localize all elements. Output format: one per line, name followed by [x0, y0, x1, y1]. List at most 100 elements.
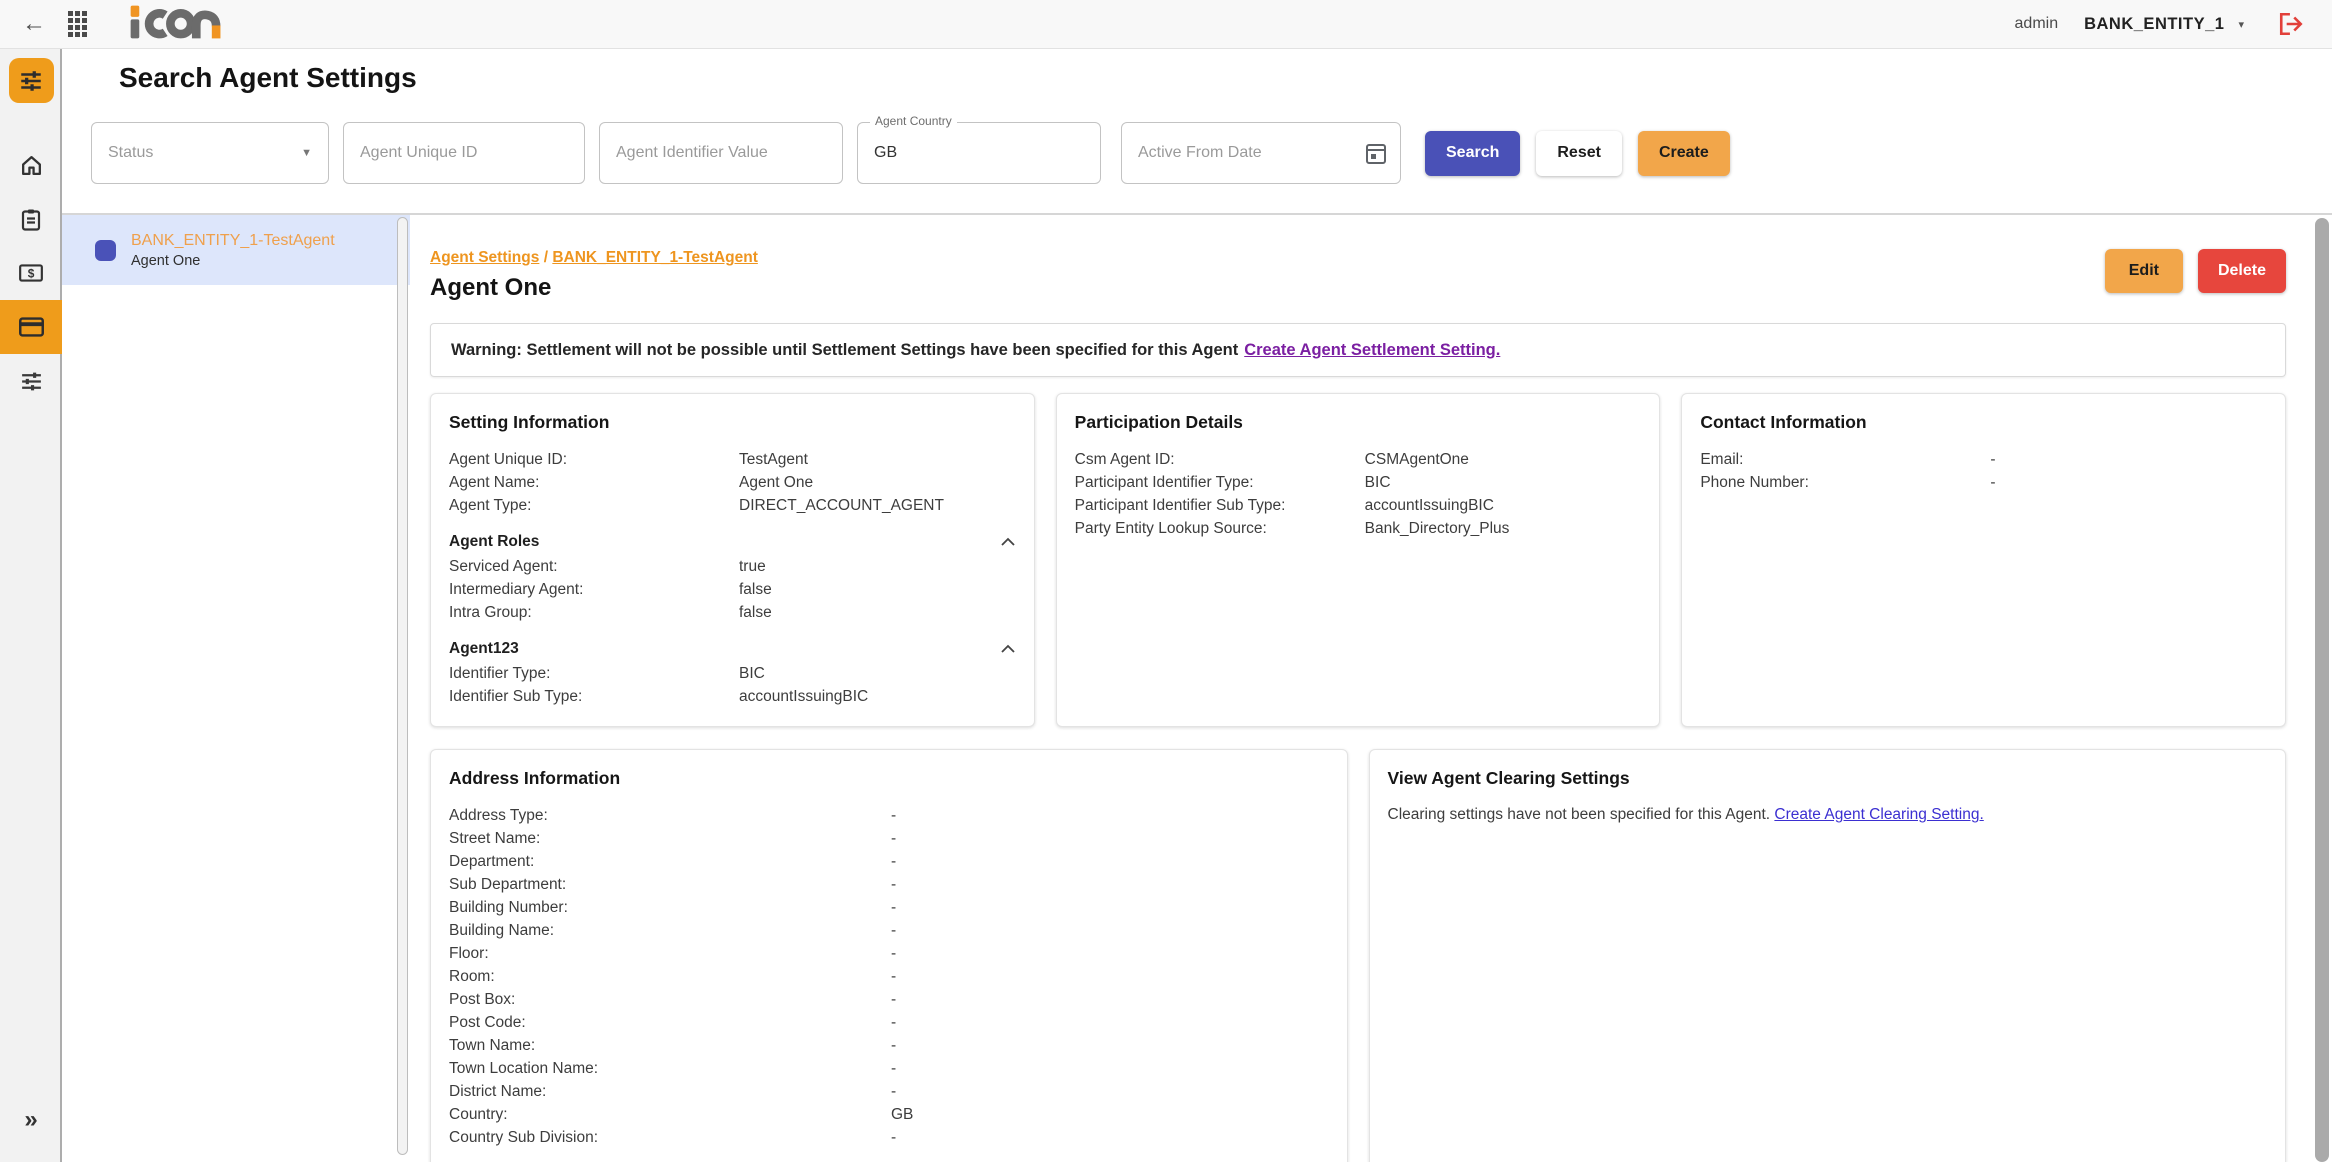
- list-scrollbar[interactable]: [397, 217, 408, 1155]
- breadcrumb-link-agent-settings[interactable]: Agent Settings: [430, 249, 539, 266]
- field-row: Building Name: -: [449, 919, 1329, 942]
- reset-button[interactable]: Reset: [1536, 131, 1622, 176]
- chevron-down-icon: ▼: [301, 147, 312, 159]
- sidebar-item-home[interactable]: [0, 138, 62, 192]
- field-row: Intermediary Agent: false: [449, 578, 1016, 601]
- collapse-section-icon[interactable]: [1000, 537, 1016, 547]
- sidebar: $ »: [0, 49, 62, 1162]
- field-label: Identifier Sub Type:: [449, 685, 739, 708]
- search-button[interactable]: Search: [1425, 131, 1520, 176]
- field-row: Party Entity Lookup Source: Bank_Directo…: [1075, 517, 1642, 540]
- sidebar-expand-icon[interactable]: »: [0, 1106, 62, 1134]
- card-title: Address Information: [449, 768, 1329, 789]
- filter-row: Status ▼ Agent Country Search Reset Cr: [91, 122, 1730, 184]
- field-row: Agent Type: DIRECT_ACCOUNT_AGENT: [449, 494, 1016, 517]
- field-row: Agent Unique ID: TestAgent: [449, 448, 1016, 471]
- field-row: Post Box: -: [449, 988, 1329, 1011]
- entity-name[interactable]: BANK_ENTITY_1: [2084, 15, 2224, 34]
- field-label: Participant Identifier Type:: [1075, 471, 1365, 494]
- field-value: accountIssuingBIC: [1365, 494, 1642, 517]
- sidebar-item-payments[interactable]: $: [0, 246, 62, 300]
- field-label: Identifier Type:: [449, 662, 739, 685]
- page-title: Search Agent Settings: [119, 62, 417, 94]
- create-button[interactable]: Create: [1638, 131, 1730, 176]
- agent-country-field-wrap: Agent Country: [857, 122, 1101, 184]
- field-row: Agent Name: Agent One: [449, 471, 1016, 494]
- agent-country-label: Agent Country: [870, 114, 957, 128]
- logout-icon[interactable]: [2278, 12, 2304, 36]
- field-label: Csm Agent ID:: [1075, 448, 1365, 471]
- field-row: Serviced Agent: true: [449, 555, 1016, 578]
- field-label: Agent Unique ID:: [449, 448, 739, 471]
- field-value: Bank_Directory_Plus: [1365, 517, 1642, 540]
- card-title: View Agent Clearing Settings: [1388, 768, 2268, 789]
- detail-panel: Agent Settings / BANK_ENTITY_1-TestAgent…: [412, 215, 2310, 1162]
- field-label: Town Location Name:: [449, 1057, 891, 1080]
- field-value: TestAgent: [739, 448, 1016, 471]
- credit-card-icon: [18, 315, 45, 339]
- tune-icon: [19, 369, 44, 394]
- apps-grid-icon[interactable]: [68, 11, 87, 37]
- agent-title: Agent One: [430, 274, 758, 302]
- field-label: Building Number:: [449, 896, 891, 919]
- field-label: Party Entity Lookup Source:: [1075, 517, 1365, 540]
- agent-unique-id-field-wrap: [343, 122, 585, 184]
- calendar-icon[interactable]: [1364, 140, 1388, 171]
- field-value: BIC: [739, 662, 1016, 685]
- status-placeholder: Status: [108, 144, 153, 162]
- agent-roles-fields: Serviced Agent: true Intermediary Agent:…: [449, 555, 1016, 624]
- sidebar-item-settings[interactable]: [0, 354, 62, 408]
- clearing-settings-card: View Agent Clearing Settings Clearing se…: [1369, 749, 2287, 1162]
- list-item[interactable]: BANK_ENTITY_1-TestAgent Agent One: [62, 215, 410, 285]
- agent-identifier-value-input[interactable]: [616, 144, 826, 162]
- sidebar-item-agent-settings[interactable]: [0, 300, 62, 354]
- field-row: Floor: -: [449, 942, 1329, 965]
- card-title: Participation Details: [1075, 412, 1642, 433]
- field-label: Agent Type:: [449, 494, 739, 517]
- address-fields: Address Type: - Street Name: - Departmen…: [449, 804, 1329, 1149]
- edit-button[interactable]: Edit: [2105, 249, 2183, 293]
- breadcrumb-link-agent[interactable]: BANK_ENTITY_1-TestAgent: [552, 249, 758, 266]
- main-scrollbar[interactable]: [2315, 218, 2329, 1162]
- sidebar-item-agent-tools[interactable]: [0, 49, 62, 112]
- create-clearing-setting-link[interactable]: Create Agent Clearing Setting.: [1774, 806, 1983, 823]
- field-row: District Name: -: [449, 1080, 1329, 1103]
- money-icon: $: [18, 261, 44, 285]
- field-label: District Name:: [449, 1080, 891, 1103]
- list-item-subtitle: Agent One: [131, 253, 335, 269]
- delete-button[interactable]: Delete: [2198, 249, 2286, 293]
- back-icon[interactable]: ←: [22, 12, 46, 36]
- field-value: GB: [891, 1103, 1329, 1126]
- agent-unique-id-input[interactable]: [360, 144, 568, 162]
- breadcrumb-separator: /: [544, 249, 548, 266]
- active-from-date-input[interactable]: [1138, 144, 1384, 162]
- field-value: BIC: [1365, 471, 1642, 494]
- field-label: Phone Number:: [1700, 471, 1990, 494]
- field-value: -: [891, 1057, 1329, 1080]
- field-row: Address Type: -: [449, 804, 1329, 827]
- section-header: Agent Roles: [449, 530, 1016, 553]
- sidebar-item-tasks[interactable]: [0, 192, 62, 246]
- field-label: Agent Name:: [449, 471, 739, 494]
- participation-details-card: Participation Details Csm Agent ID: CSMA…: [1056, 393, 1661, 727]
- clearing-text: Clearing settings have not been specifie…: [1388, 804, 2268, 826]
- agent-country-input[interactable]: [874, 144, 1084, 162]
- field-label: Intermediary Agent:: [449, 578, 739, 601]
- create-settlement-setting-link[interactable]: Create Agent Settlement Setting.: [1244, 341, 1500, 360]
- entity-dropdown-caret-icon[interactable]: ▾: [2238, 18, 2244, 31]
- field-row: Phone Number: -: [1700, 471, 2267, 494]
- field-row: Email: -: [1700, 448, 2267, 471]
- home-icon: [19, 153, 44, 178]
- collapse-section-icon[interactable]: [1000, 644, 1016, 654]
- user-role-label: admin: [2015, 15, 2059, 33]
- field-row: Country Sub Division: -: [449, 1126, 1329, 1149]
- field-row: Department: -: [449, 850, 1329, 873]
- field-value: -: [891, 896, 1329, 919]
- field-value: CSMAgentOne: [1365, 448, 1642, 471]
- status-select[interactable]: Status ▼: [91, 122, 329, 184]
- agent123-fields: Identifier Type: BIC Identifier Sub Type…: [449, 662, 1016, 708]
- settlement-warning: Warning: Settlement will not be possible…: [430, 323, 2286, 377]
- address-information-card: Address Information Address Type: - Stre…: [430, 749, 1348, 1162]
- field-value: -: [891, 1080, 1329, 1103]
- field-label: Street Name:: [449, 827, 891, 850]
